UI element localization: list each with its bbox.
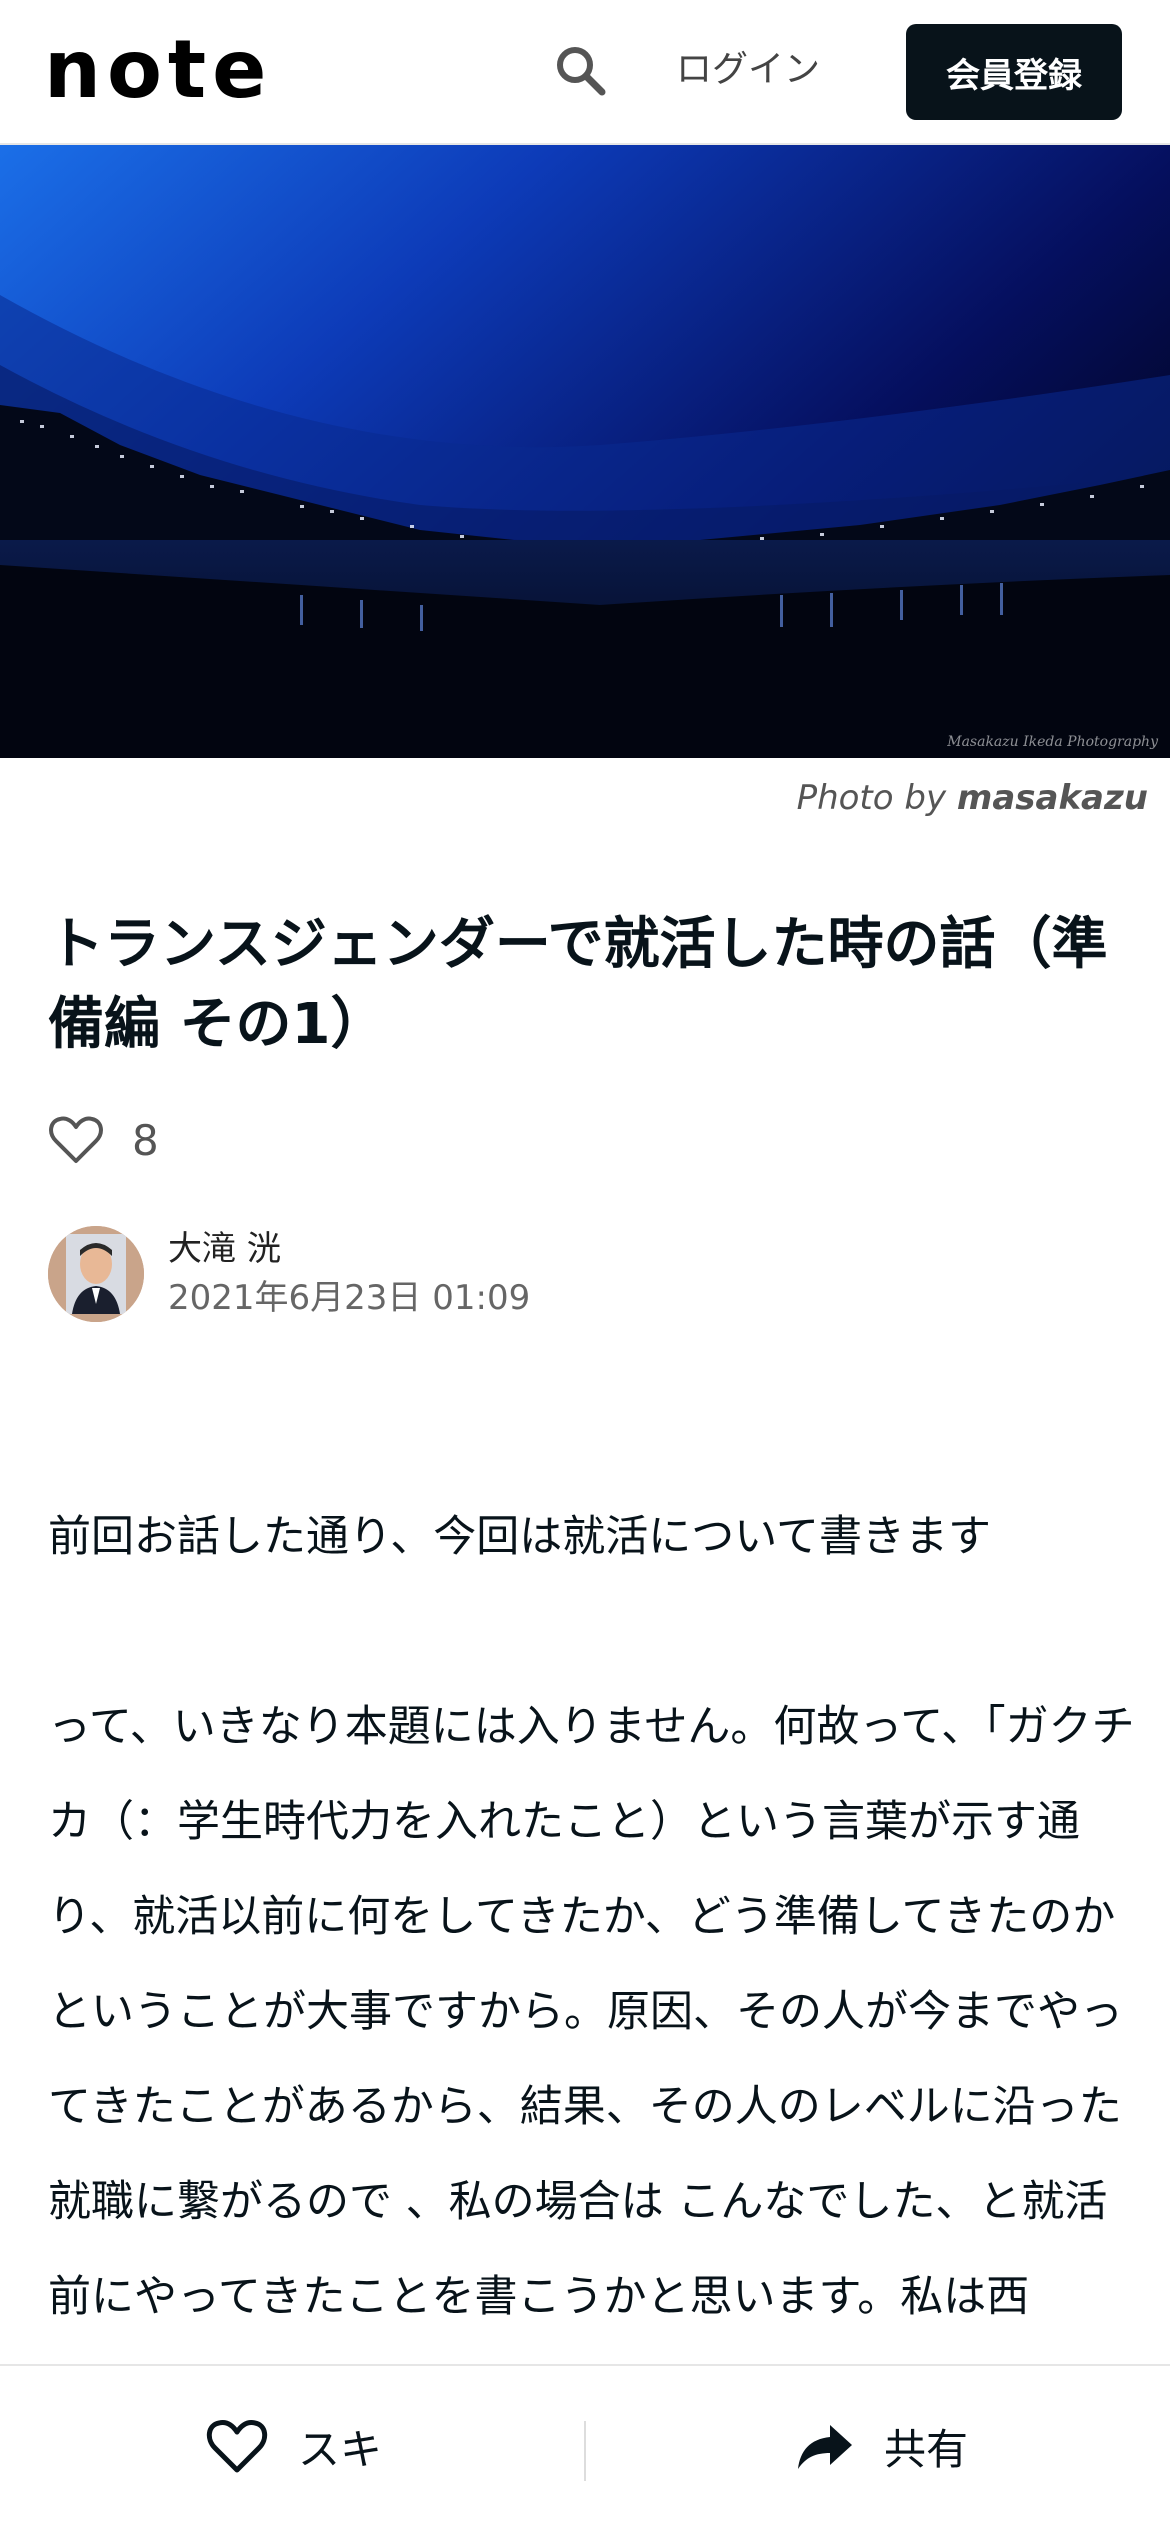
- photo-watermark: Masakazu Ikeda Photography: [947, 734, 1158, 750]
- author-block[interactable]: 大滝 洸 2021年6月23日 01:09: [48, 1225, 530, 1323]
- article-body: 前回お話した通り、今回は就活について書きます って、いきなり本題には入りません。…: [48, 1490, 1138, 2345]
- photo-credit-name[interactable]: masakazu: [957, 778, 1148, 818]
- author-name[interactable]: 大滝 洸: [168, 1225, 530, 1273]
- photo-credit-prefix: Photo by: [796, 778, 947, 818]
- share-button-label: 共有: [884, 2424, 969, 2474]
- photo-credit[interactable]: Photo by masakazu: [797, 778, 1148, 818]
- paragraph: 前回お話した通り、今回は就活について書きます: [48, 1512, 991, 1562]
- post-date: 2021年6月23日 01:09: [168, 1278, 531, 1318]
- bottom-divider: [584, 2421, 586, 2481]
- paragraph: って、いきなり本題には入りません。何故って、「ガクチカ（：学生時代力を入れたこと…: [48, 1702, 1135, 2322]
- article-title: トランスジェンダーで就活した時の話（準備編 その1）: [48, 912, 1108, 1057]
- top-header: note ログイン 会員登録: [0, 0, 1170, 145]
- share-button[interactable]: 共有: [796, 2406, 968, 2486]
- heart-icon: [206, 2420, 268, 2473]
- hero-image: Masakazu Ikeda Photography: [0, 145, 1170, 758]
- search-icon: [557, 47, 606, 96]
- like-row[interactable]: 8: [48, 1105, 159, 1175]
- like-button[interactable]: スキ: [206, 2406, 382, 2486]
- signup-button[interactable]: 会員登録: [906, 24, 1122, 120]
- share-arrow-icon: [798, 2425, 852, 2469]
- search-button[interactable]: [548, 38, 612, 102]
- heart-icon[interactable]: [48, 1115, 104, 1165]
- bottom-action-bar: スキ 共有: [0, 2364, 1170, 2532]
- login-link[interactable]: ログイン: [676, 44, 820, 96]
- author-avatar[interactable]: [48, 1226, 144, 1322]
- note-logo[interactable]: note: [44, 30, 272, 110]
- like-count: 8: [132, 1115, 159, 1165]
- like-button-label: スキ: [298, 2424, 383, 2474]
